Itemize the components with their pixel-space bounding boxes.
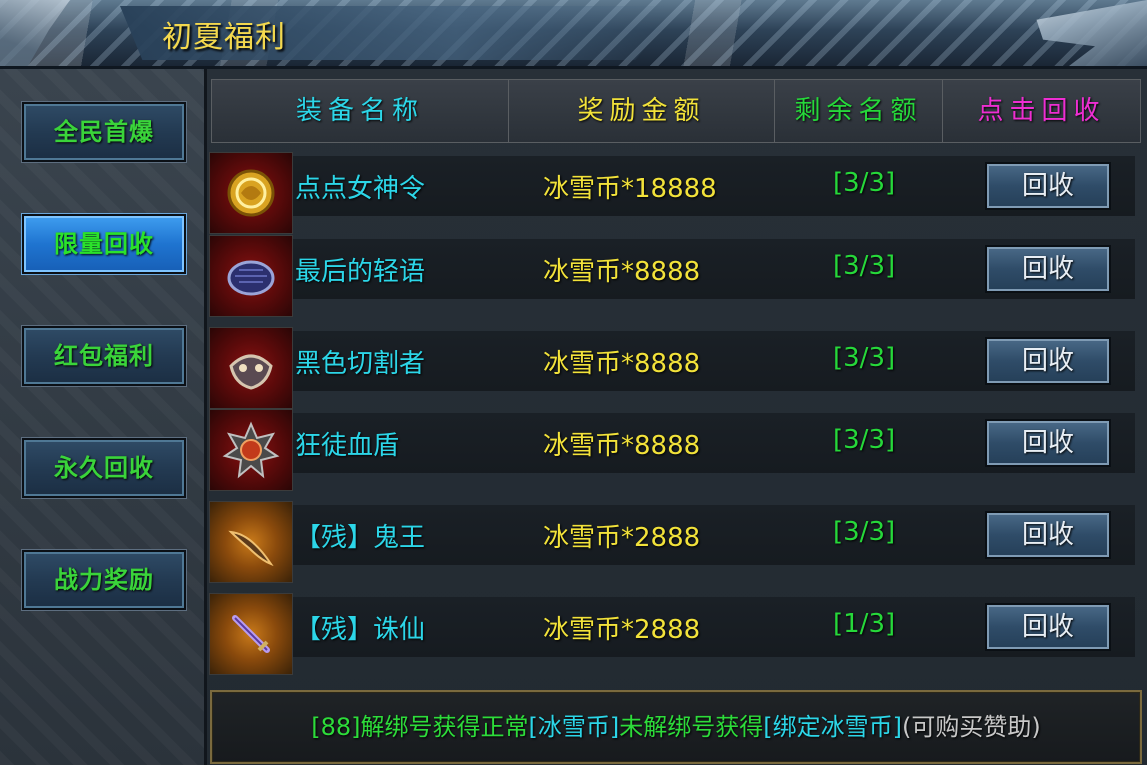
footer-note-sponsor: (可购买赞助) — [902, 713, 1041, 741]
reward-amount: 冰雪币*2888 — [543, 523, 701, 553]
recycle-button[interactable]: 回收 — [985, 603, 1111, 651]
sidebar-tab-limited-recycle[interactable]: 限量回收 — [22, 214, 186, 274]
reward-amount: 冰雪币*2888 — [543, 615, 701, 645]
table-row: 狂徒血盾 冰雪币*8888 [3/3] 回收 — [209, 409, 1137, 491]
recycle-button[interactable]: 回收 — [985, 419, 1111, 467]
remaining-quota: [3/3] — [833, 425, 896, 455]
golden-dragon-token-icon — [209, 152, 293, 234]
item-name: 最后的轻语 — [295, 257, 426, 287]
recycle-button[interactable]: 回收 — [985, 162, 1111, 210]
sidebar: 全民首爆 限量回收 红包福利 永久回收 战力奖励 — [0, 69, 207, 765]
sidebar-tab-first-drop[interactable]: 全民首爆 — [22, 102, 186, 162]
footer-note-bound-currency: [绑定冰雪币] — [763, 713, 902, 741]
footer-note: [88]解绑号获得正常[冰雪币]未解绑号获得[绑定冰雪币](可购买赞助) — [210, 690, 1142, 764]
header-item-name: 装备名称 — [212, 80, 509, 142]
table-row: 最后的轻语 冰雪币*8888 [3/3] 回收 — [209, 235, 1137, 317]
recycle-button[interactable]: 回收 — [985, 245, 1111, 293]
header-remaining: 剩余名额 — [775, 80, 943, 142]
item-name: 黑色切割者 — [295, 349, 426, 379]
reward-amount: 冰雪币*8888 — [543, 431, 701, 461]
purple-sword-icon — [209, 593, 293, 675]
header-reward: 奖励金额 — [509, 80, 775, 142]
frame-ornament-left — [0, 0, 70, 66]
table-row: 【残】诛仙 冰雪币*2888 [1/3] 回收 — [209, 593, 1137, 675]
reward-amount: 冰雪币*8888 — [543, 349, 701, 379]
footer-note-part3: 未解绑号获得 — [619, 713, 764, 741]
footer-note-part1: [88]解绑号获得正常 — [311, 713, 529, 741]
table-row: 【残】鬼王 冰雪币*2888 [3/3] 回收 — [209, 501, 1137, 583]
recycle-panel: 装备名称 奖励金额 剩余名额 点击回收 点点女神令 冰雪币*18888 [3/3… — [207, 69, 1147, 765]
sidebar-tab-red-packet[interactable]: 红包福利 — [22, 326, 186, 386]
page-title: 初夏福利 — [162, 20, 286, 55]
curved-blade-icon — [209, 501, 293, 583]
table-header: 装备名称 奖励金额 剩余名额 点击回收 — [211, 79, 1141, 143]
sidebar-tab-permanent-recycle[interactable]: 永久回收 — [22, 438, 186, 498]
reward-amount: 冰雪币*18888 — [543, 174, 717, 204]
footer-note-currency: [冰雪币] — [528, 713, 620, 741]
remaining-quota: [3/3] — [833, 168, 896, 198]
item-name: 狂徒血盾 — [295, 431, 400, 461]
title-bar: 初夏福利 — [0, 0, 1147, 69]
reward-amount: 冰雪币*8888 — [543, 257, 701, 287]
spiked-shield-icon — [209, 409, 293, 491]
sidebar-tab-power-reward[interactable]: 战力奖励 — [22, 550, 186, 610]
remaining-quota: [1/3] — [833, 609, 896, 639]
item-name: 【残】诛仙 — [295, 615, 426, 645]
recycle-button[interactable]: 回收 — [985, 337, 1111, 385]
dark-mask-icon — [209, 327, 293, 409]
blue-scale-shield-icon — [209, 235, 293, 317]
table-row: 点点女神令 冰雪币*18888 [3/3] 回收 — [209, 152, 1137, 234]
item-name: 【残】鬼王 — [295, 523, 426, 553]
header-action: 点击回收 — [977, 96, 1106, 126]
recycle-button[interactable]: 回收 — [985, 511, 1111, 559]
item-name: 点点女神令 — [295, 174, 426, 204]
remaining-quota: [3/3] — [833, 343, 896, 373]
remaining-quota: [3/3] — [833, 517, 896, 547]
frame-ornament-wing — [1036, 0, 1147, 66]
table-row: 黑色切割者 冰雪币*8888 [3/3] 回收 — [209, 327, 1137, 409]
remaining-quota: [3/3] — [833, 251, 896, 281]
